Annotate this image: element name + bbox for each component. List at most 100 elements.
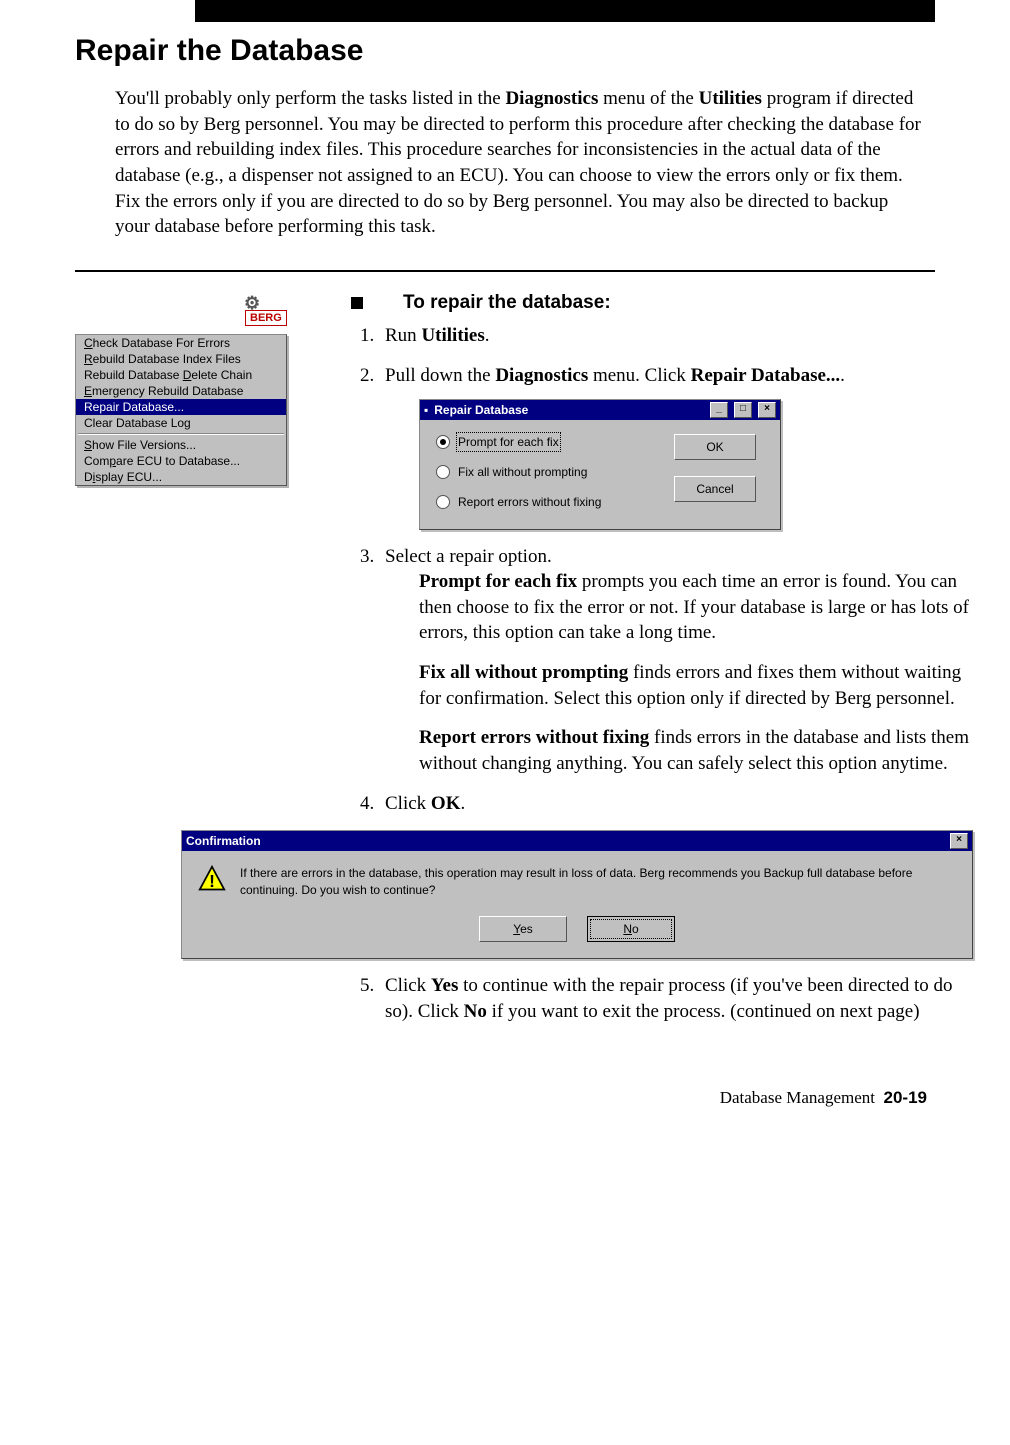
menu-accel: E (84, 384, 92, 398)
step-1: Run Utilities. (379, 323, 973, 349)
intro-bold: Diagnostics (505, 88, 598, 109)
confirmation-dialog: Confirmation × ! If there are errors in … (181, 830, 973, 959)
menu-item[interactable]: Emergency Rebuild Database (76, 383, 286, 399)
menu-item[interactable]: Check Database For Errors (76, 335, 286, 351)
step-bold: Repair Database... (691, 365, 841, 386)
repair-database-dialog: ▪ Repair Database _ □ × Prompt for each … (419, 399, 781, 530)
intro-bold: Utilities (699, 88, 762, 109)
menu-text: ebuild Database Index Files (93, 352, 241, 366)
dialog-title: Confirmation (186, 833, 261, 849)
radio-icon (436, 465, 450, 479)
close-button[interactable]: × (758, 402, 776, 418)
intro-text: program if directed to do so by Berg per… (115, 88, 921, 237)
step-text: Select a repair option. (385, 546, 552, 567)
menu-separator (78, 433, 284, 435)
menu-text: splay ECU... (95, 470, 162, 484)
intro-text: menu of the (598, 88, 698, 109)
dialog-title: Repair Database (434, 402, 528, 418)
menu-item[interactable]: Rebuild Database Index Files (76, 351, 286, 367)
radio-fix-all[interactable]: Fix all without prompting (436, 464, 654, 480)
radio-icon (436, 495, 450, 509)
confirmation-message: If there are errors in the database, thi… (240, 865, 956, 897)
step-text: Click (385, 793, 431, 814)
menu-text: mergency Rebuild Database (92, 384, 243, 398)
option-name: Prompt for each fix (419, 571, 577, 592)
page-title: Repair the Database (75, 34, 935, 68)
berg-logo: BERG (245, 310, 287, 326)
context-menu: Check Database For Errors Rebuild Databa… (75, 334, 287, 486)
step-text: Click (385, 975, 431, 996)
radio-label: Prompt for each fix (458, 434, 559, 450)
step-text: . (840, 365, 845, 386)
intro-paragraph: You'll probably only perform the tasks l… (115, 86, 925, 240)
step-text: . (460, 793, 465, 814)
menu-text: heck Database For Errors (93, 336, 230, 350)
ok-button[interactable]: OK (674, 434, 756, 460)
page-footer: Database Management 20-19 (75, 1088, 935, 1138)
menu-item[interactable]: Display ECU... (76, 469, 286, 485)
intro-text: You'll probably only perform the tasks l… (115, 88, 505, 109)
radio-report-only[interactable]: Report errors without fixing (436, 494, 654, 510)
step-text: . (485, 325, 490, 346)
step-text: Run (385, 325, 421, 346)
step-text: if you want to exit the process. (contin… (487, 1001, 920, 1022)
step-bold: No (464, 1001, 487, 1022)
page-header-bar (75, 0, 935, 22)
radio-label: Fix all without prompting (458, 464, 587, 480)
step-bold: OK (431, 793, 461, 814)
dialog-titlebar: Confirmation × (182, 831, 972, 851)
no-button[interactable]: No (587, 916, 675, 942)
option-name: Report errors without fixing (419, 727, 649, 748)
maximize-button[interactable]: □ (734, 402, 752, 418)
menu-text: how File Versions... (92, 438, 196, 452)
menu-text: Com (84, 454, 109, 468)
dialog-titlebar: ▪ Repair Database _ □ × (420, 400, 780, 420)
menu-text: Repair Database... (84, 400, 184, 414)
step-text: Pull down the (385, 365, 495, 386)
step-text: menu. Click (588, 365, 690, 386)
menu-accel: S (84, 438, 92, 452)
menu-text: Rebuild Database (84, 368, 183, 382)
option-name: Fix all without prompting (419, 662, 628, 683)
menu-accel: C (84, 336, 93, 350)
option-prompt: Prompt for each fix prompts you each tim… (419, 569, 973, 646)
option-report: Report errors without fixing finds error… (419, 725, 973, 776)
divider (75, 270, 935, 272)
menu-accel: R (84, 352, 93, 366)
procedure-heading: To repair the database: (351, 290, 973, 316)
btn-accel: N (623, 922, 632, 936)
page-number: 20-19 (884, 1088, 927, 1107)
footer-section: Database Management (720, 1088, 875, 1107)
menu-item[interactable]: Compare ECU to Database... (76, 453, 286, 469)
svg-text:!: ! (209, 871, 215, 891)
menu-item[interactable]: Clear Database Log (76, 415, 286, 431)
app-icon: ▪ (424, 402, 428, 418)
step-bold: Utilities (421, 325, 484, 346)
close-button[interactable]: × (950, 833, 968, 849)
step-5: Click Yes to continue with the repair pr… (379, 973, 973, 1024)
minimize-button[interactable]: _ (710, 402, 728, 418)
btn-text: es (520, 922, 533, 936)
cancel-button[interactable]: Cancel (674, 476, 756, 502)
menu-text: are ECU to Database... (116, 454, 240, 468)
menu-item[interactable]: Show File Versions... (76, 437, 286, 453)
radio-label: Report errors without fixing (458, 494, 601, 510)
menu-text: Clear Database Log (84, 416, 191, 430)
option-fix-all: Fix all without prompting finds errors a… (419, 660, 973, 711)
menu-item[interactable]: Rebuild Database Delete Chain (76, 367, 286, 383)
btn-text: o (632, 922, 639, 936)
yes-button[interactable]: Yes (479, 916, 567, 942)
warning-icon: ! (198, 865, 226, 893)
radio-icon (436, 435, 450, 449)
step-bold: Diagnostics (495, 365, 588, 386)
procedure-title: To repair the database: (403, 290, 611, 316)
step-3: Select a repair option. Prompt for each … (379, 544, 973, 777)
step-bold: Yes (431, 975, 458, 996)
menu-text: D (84, 470, 93, 484)
radio-prompt-each-fix[interactable]: Prompt for each fix (436, 434, 654, 450)
menu-item-selected[interactable]: Repair Database... (76, 399, 286, 415)
bullet-square-icon (351, 297, 363, 309)
step-2: Pull down the Diagnostics menu. Click Re… (379, 363, 973, 529)
menu-text: elete Chain (191, 368, 252, 382)
step-4: Click OK. Confirmation × ! (379, 791, 973, 959)
